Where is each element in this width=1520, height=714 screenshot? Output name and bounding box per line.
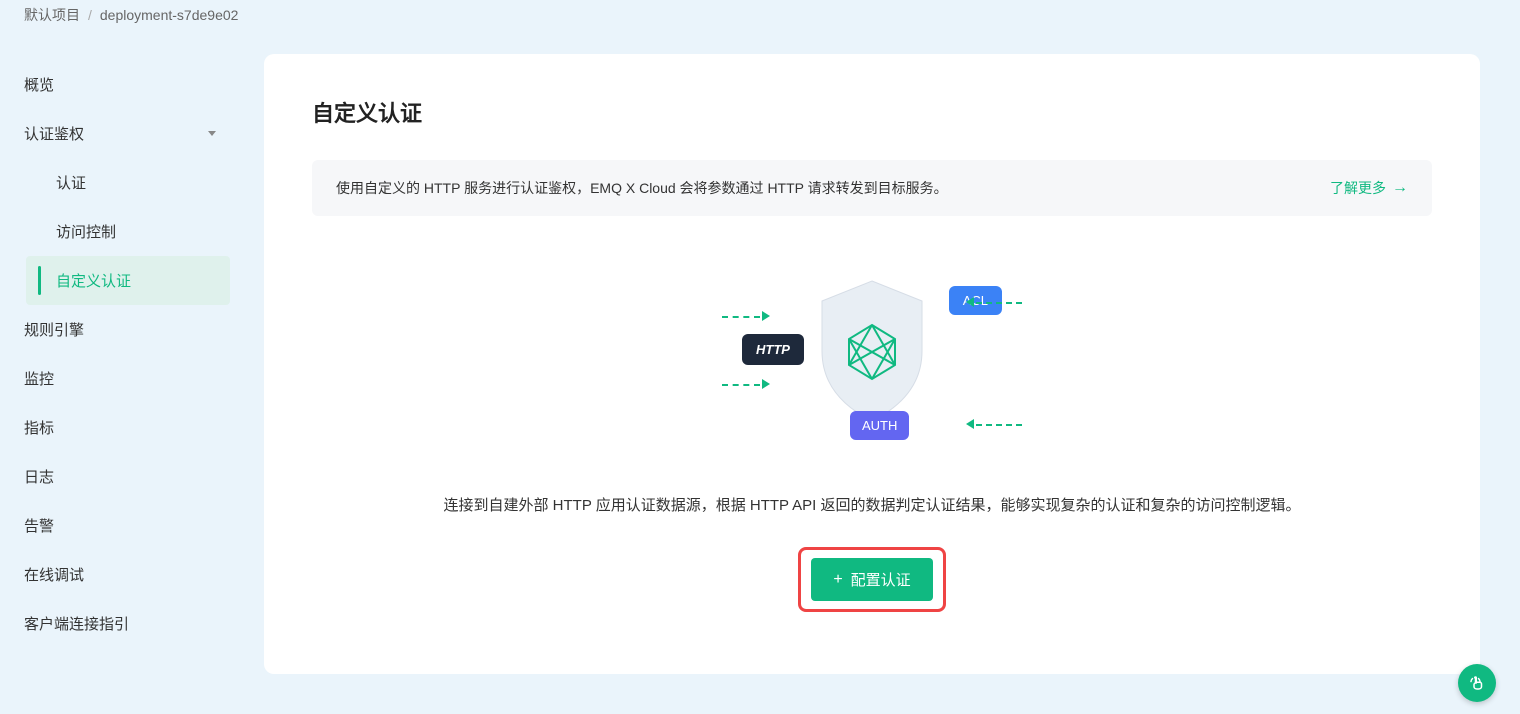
- sidebar-item-label: 概览: [24, 74, 54, 95]
- info-banner: 使用自定义的 HTTP 服务进行认证鉴权，EMQ X Cloud 会将参数通过 …: [312, 160, 1432, 216]
- learn-more-label: 了解更多: [1330, 178, 1386, 198]
- banner-text: 使用自定义的 HTTP 服务进行认证鉴权，EMQ X Cloud 会将参数通过 …: [336, 178, 948, 198]
- sidebar-item-overview[interactable]: 概览: [10, 60, 230, 109]
- sidebar-item-client-guide[interactable]: 客户端连接指引: [10, 599, 230, 648]
- sidebar-item-auth[interactable]: 认证鉴权: [10, 109, 230, 158]
- auth-badge: AUTH: [850, 411, 909, 440]
- shield-icon: [812, 276, 932, 426]
- sidebar-item-label: 日志: [24, 466, 54, 487]
- page-title: 自定义认证: [312, 96, 1432, 128]
- arrowhead-icon: [966, 297, 974, 307]
- breadcrumb-project[interactable]: 默认项目: [24, 5, 80, 25]
- sidebar-item-label: 访问控制: [56, 224, 116, 241]
- config-button-label: 配置认证: [851, 569, 911, 590]
- flow-arrow-icon: [976, 424, 1022, 426]
- sidebar-item-label: 认证: [56, 175, 86, 192]
- acl-badge: ACL: [949, 286, 1002, 315]
- breadcrumb: 默认项目 / deployment-s7de9e02: [0, 0, 1520, 30]
- sidebar-item-label: 认证鉴权: [24, 123, 84, 144]
- action-container: + 配置认证: [312, 547, 1432, 612]
- sidebar-item-logs[interactable]: 日志: [10, 452, 230, 501]
- sidebar-item-label: 规则引擎: [24, 319, 84, 340]
- sidebar-item-online-debug[interactable]: 在线调试: [10, 550, 230, 599]
- sidebar-item-label: 在线调试: [24, 564, 84, 585]
- flow-arrow-icon: [976, 302, 1022, 304]
- content-card: 自定义认证 使用自定义的 HTTP 服务进行认证鉴权，EMQ X Cloud 会…: [264, 54, 1480, 674]
- sidebar-item-metrics[interactable]: 指标: [10, 403, 230, 452]
- sidebar-item-label: 监控: [24, 368, 54, 389]
- flow-arrow-icon: [722, 384, 760, 386]
- arrowhead-icon: [762, 379, 770, 389]
- sidebar-item-alarms[interactable]: 告警: [10, 501, 230, 550]
- sidebar: 概览 认证鉴权 认证 访问控制 自定义认证 规则引擎 监控 指标 日志: [0, 30, 240, 714]
- learn-more-link[interactable]: 了解更多 →: [1330, 178, 1408, 198]
- arrowhead-icon: [966, 419, 974, 429]
- help-fab-button[interactable]: [1458, 664, 1496, 702]
- highlight-annotation: + 配置认证: [798, 547, 945, 612]
- sidebar-subitem-authn[interactable]: 认证: [26, 158, 230, 207]
- auth-illustration: HTTP ACL AUTH: [742, 276, 1002, 446]
- sidebar-item-label: 指标: [24, 417, 54, 438]
- sidebar-item-monitor[interactable]: 监控: [10, 354, 230, 403]
- pointer-icon: [1468, 674, 1486, 692]
- description-text: 连接到自建外部 HTTP 应用认证数据源，根据 HTTP API 返回的数据判定…: [312, 494, 1432, 515]
- sidebar-item-label: 告警: [24, 515, 54, 536]
- sidebar-item-label: 客户端连接指引: [24, 613, 129, 634]
- sidebar-subitem-acl[interactable]: 访问控制: [26, 207, 230, 256]
- main-content: 自定义认证 使用自定义的 HTTP 服务进行认证鉴权，EMQ X Cloud 会…: [240, 30, 1520, 714]
- config-auth-button[interactable]: + 配置认证: [811, 558, 932, 601]
- plus-icon: +: [833, 572, 842, 588]
- http-badge: HTTP: [742, 334, 804, 365]
- arrowhead-icon: [762, 311, 770, 321]
- illustration-container: HTTP ACL AUTH: [312, 276, 1432, 446]
- sidebar-subitem-custom-auth[interactable]: 自定义认证: [26, 256, 230, 305]
- sidebar-item-rules[interactable]: 规则引擎: [10, 305, 230, 354]
- flow-arrow-icon: [722, 316, 760, 318]
- sidebar-item-label: 自定义认证: [56, 273, 131, 290]
- breadcrumb-deployment[interactable]: deployment-s7de9e02: [100, 7, 239, 23]
- breadcrumb-separator: /: [88, 7, 92, 23]
- arrow-right-icon: →: [1392, 179, 1408, 197]
- chevron-down-icon: [208, 131, 216, 136]
